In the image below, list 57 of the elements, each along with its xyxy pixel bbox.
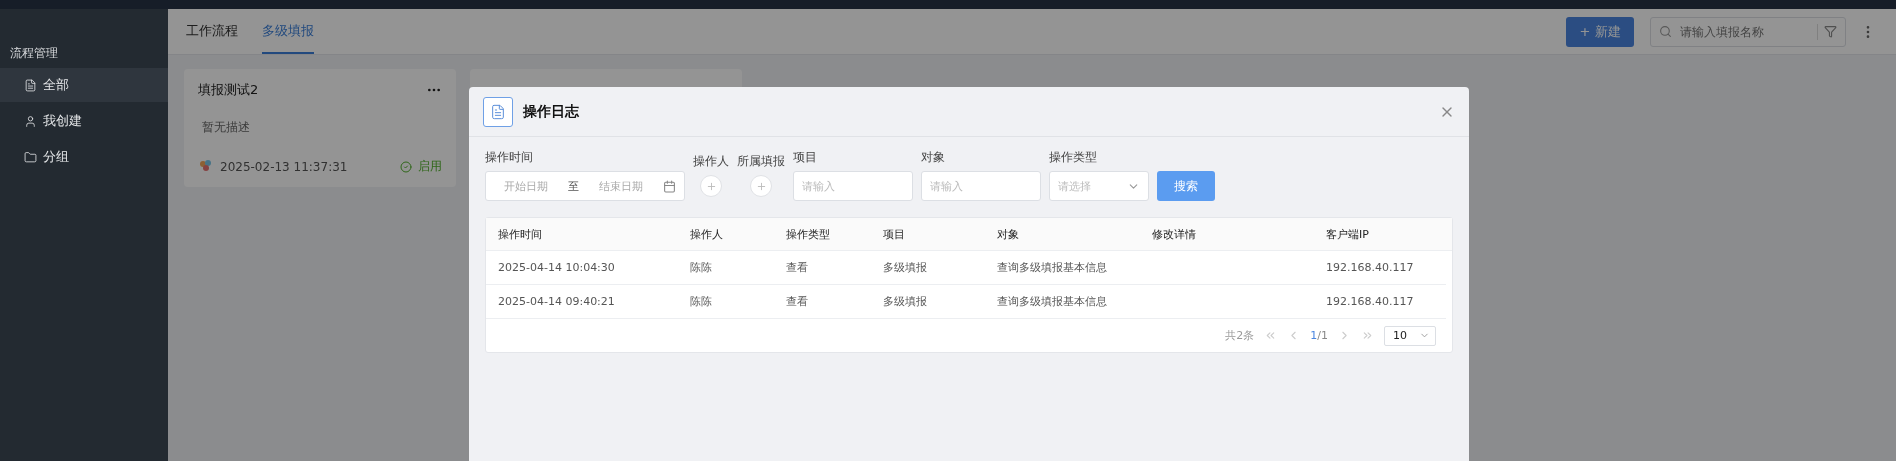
- dialog-title: 操作日志: [523, 102, 580, 121]
- page-indicator: 1/1: [1310, 329, 1328, 342]
- file-icon: [24, 78, 37, 92]
- folder-icon: [24, 150, 37, 164]
- table-cell-text: 多级填报: [883, 260, 928, 275]
- date-range-field[interactable]: 开始日期 至 结束日期: [485, 171, 685, 201]
- sidebar-section-title: 流程管理: [9, 45, 59, 62]
- card-description: 暂无描述: [202, 119, 251, 136]
- status-label: 启用: [418, 158, 442, 175]
- document-icon: [483, 96, 513, 127]
- column-header: 操作时间: [498, 226, 543, 242]
- table-cell-text: 192.168.40.117: [1326, 295, 1415, 308]
- add-button[interactable]: [750, 175, 772, 197]
- table-cell-text: 查询多级填报基本信息: [997, 294, 1108, 309]
- filter-icon[interactable]: [1824, 25, 1837, 38]
- calendar-icon: [663, 179, 676, 193]
- column-header: 操作人: [690, 226, 724, 242]
- filter-label: 操作类型: [1049, 149, 1098, 166]
- page-size-select[interactable]: 10: [1384, 325, 1436, 346]
- check-circle-icon: [400, 160, 412, 173]
- user-icon: [24, 114, 37, 128]
- column-header: 对象: [997, 226, 1020, 242]
- column-header: 项目: [883, 226, 906, 242]
- sidebar-item[interactable]: 分组: [0, 140, 168, 174]
- table-cell-text: 192.168.40.117: [1326, 261, 1415, 274]
- card[interactable]: 填报测试2 暂无描述 2025-02-13 11:37:31 启用: [184, 69, 456, 187]
- table-cell-text: 多级填报: [883, 294, 928, 309]
- filter-label: 所属填报: [737, 153, 785, 170]
- table-cell-text: 2025-04-14 09:40:21: [498, 295, 616, 308]
- table-cell-text: 查询多级填报基本信息: [997, 260, 1108, 275]
- add-button[interactable]: [700, 175, 722, 197]
- search-field[interactable]: 请输入填报名称: [1650, 16, 1846, 47]
- search-input[interactable]: 请输入填报名称: [1678, 23, 1811, 40]
- filter-label: 对象: [921, 149, 946, 166]
- column-header: 客户端IP: [1326, 226, 1370, 242]
- search-icon: [1659, 25, 1672, 38]
- table-cell-text: 查看: [786, 294, 809, 309]
- table-cell-text: 陈陈: [690, 294, 713, 309]
- card-title: 填报测试2: [198, 81, 259, 99]
- table-cell-text: 陈陈: [690, 260, 713, 275]
- input-field[interactable]: 请输入: [793, 171, 913, 201]
- filter-label: 项目: [793, 149, 818, 166]
- plus-icon: [755, 180, 767, 192]
- sidebar-item[interactable]: 全部: [0, 68, 168, 102]
- filter-label: 操作时间: [485, 149, 534, 166]
- column-header: 修改详情: [1152, 226, 1197, 242]
- column-header: 操作类型: [786, 226, 831, 242]
- last-page-icon[interactable]: [1361, 329, 1374, 342]
- total-count: 共2条: [1225, 328, 1255, 343]
- input-field[interactable]: 请输入: [921, 171, 1041, 201]
- table-cell-text: 2025-04-14 10:04:30: [498, 261, 616, 274]
- plus-icon: [705, 180, 717, 192]
- filter-label: 操作人: [693, 153, 729, 170]
- sidebar-item[interactable]: 我创建: [0, 104, 168, 138]
- table-cell-text: 查看: [786, 260, 809, 275]
- card-date: 2025-02-13 11:37:31: [220, 159, 349, 174]
- tab[interactable]: 工作流程: [186, 9, 238, 54]
